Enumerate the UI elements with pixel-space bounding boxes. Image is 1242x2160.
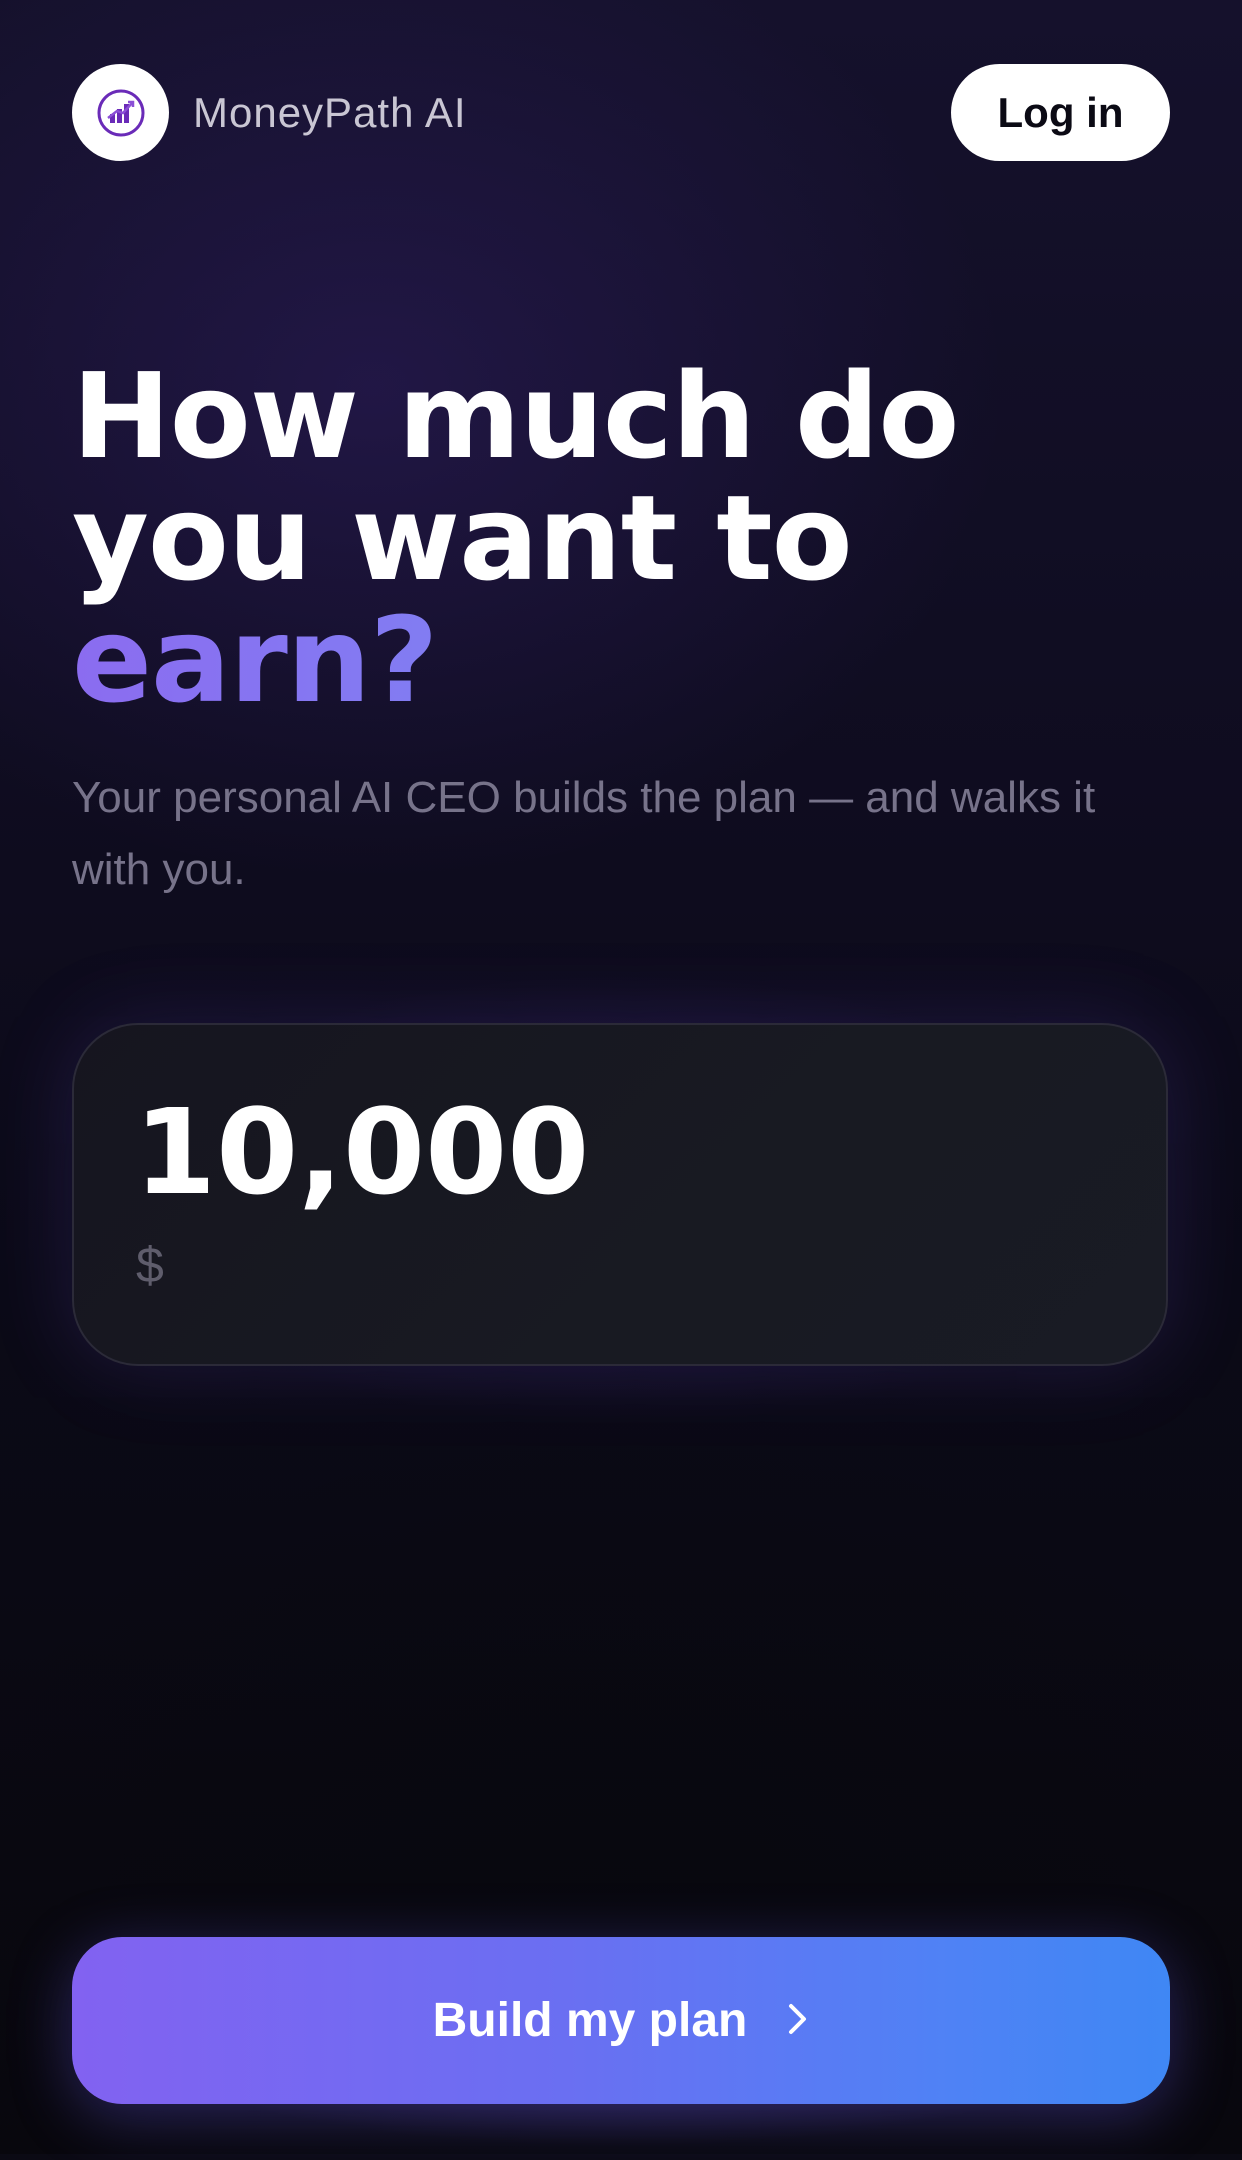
login-button[interactable]: Log in	[951, 64, 1170, 161]
headline-line-2: you want to	[72, 469, 853, 607]
amount-card[interactable]: $	[72, 1023, 1168, 1366]
headline-accent: earn?	[72, 599, 1172, 721]
headline-line-1: How much do	[72, 347, 959, 485]
page-headline: How much do you want to earn?	[72, 355, 1172, 721]
currency-symbol: $	[136, 1237, 164, 1293]
build-plan-label: Build my plan	[432, 1994, 748, 2047]
top-header: MoneyPath AI Log in	[72, 64, 1170, 161]
hero-subtitle: Your personal AI CEO builds the plan — a…	[72, 773, 1096, 894]
build-plan-button[interactable]: Build my plan	[72, 1937, 1170, 2104]
chart-growth-icon	[97, 89, 144, 136]
brand-logo[interactable]	[72, 64, 169, 161]
brand-name: MoneyPath AI	[193, 89, 467, 136]
chevron-right-icon	[787, 1993, 809, 2048]
amount-input[interactable]	[134, 1085, 1034, 1220]
